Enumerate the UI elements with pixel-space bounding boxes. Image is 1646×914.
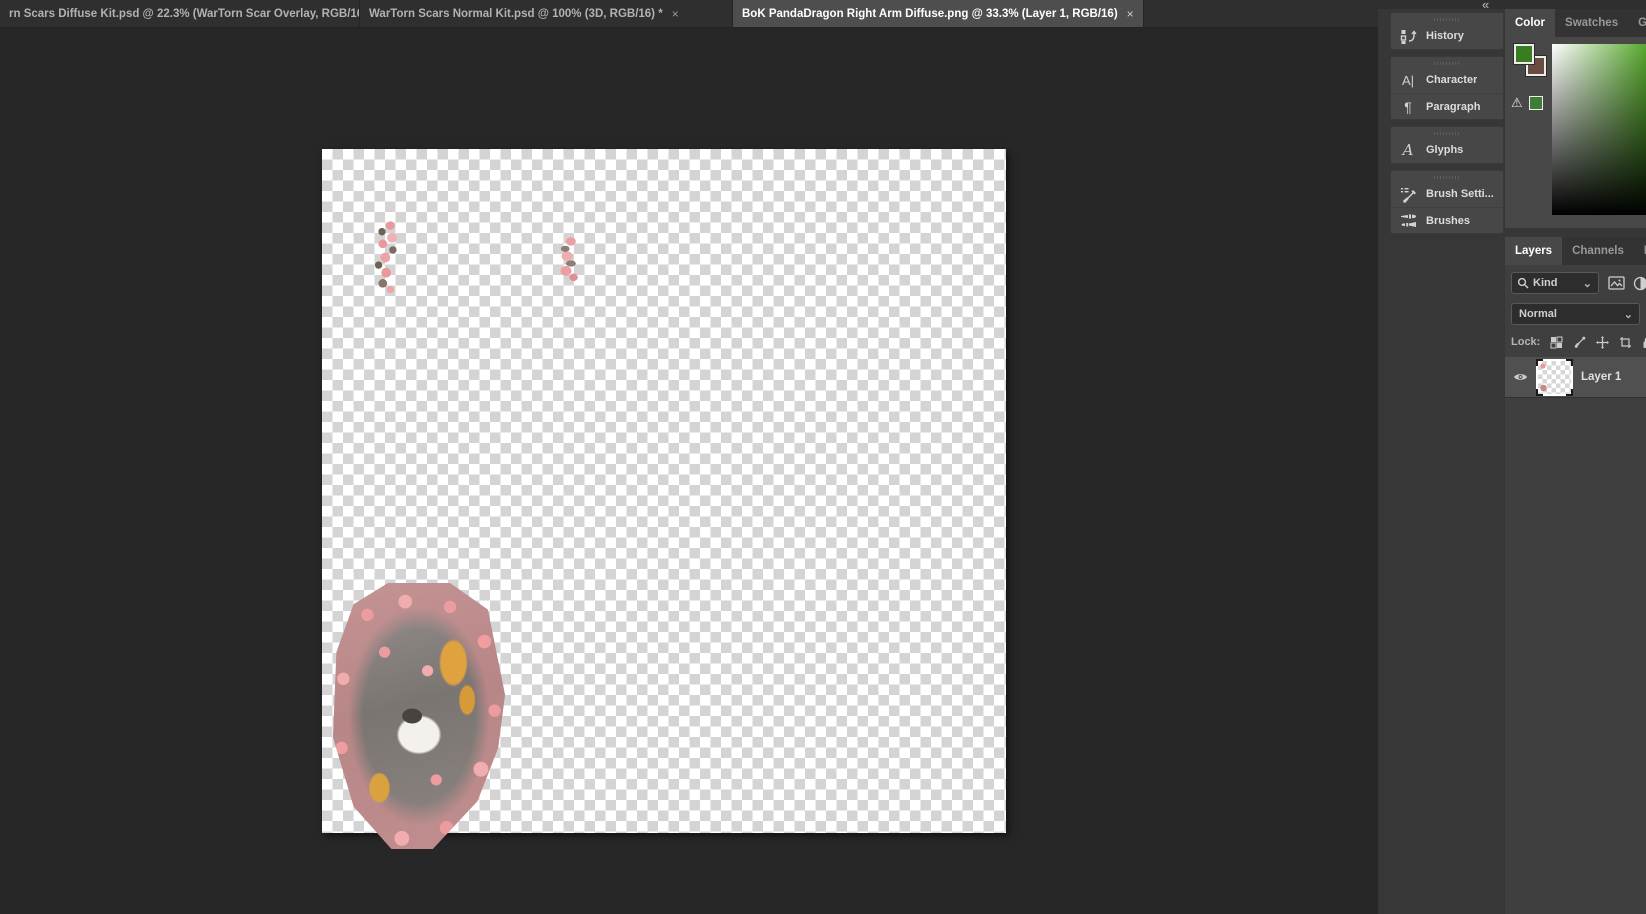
tab-bok-pandadragon-right-arm-diffuse[interactable]: BoK PandaDragon Right Arm Diffuse.png @ … — [733, 0, 1144, 27]
filter-pixel-layers-button[interactable] — [1604, 273, 1628, 293]
filter-kind-dropdown[interactable]: Kind ⌄ — [1511, 272, 1599, 294]
lock-artboard-icon[interactable] — [1619, 336, 1632, 349]
close-icon[interactable]: × — [672, 7, 679, 21]
lock-position-icon[interactable] — [1596, 336, 1609, 349]
tab-label: BoK PandaDragon Right Arm Diffuse.png @ … — [742, 8, 1118, 20]
filter-adjustment-layers-button[interactable] — [1631, 273, 1646, 293]
thumbnail-artwork-speck — [1540, 384, 1547, 392]
character-panel-button[interactable]: A| Character — [1391, 67, 1503, 93]
lock-transparency-icon[interactable] — [1550, 336, 1563, 349]
blend-mode-dropdown[interactable]: Normal ⌄ — [1511, 303, 1640, 325]
thumbnail-artwork-speck — [1540, 363, 1546, 369]
layer-name[interactable]: Layer 1 — [1581, 371, 1621, 383]
selection-corner — [1566, 359, 1573, 366]
half-circle-icon — [1633, 276, 1646, 291]
lock-row: Lock: — [1505, 331, 1646, 353]
tab-wartorn-scars-diffuse[interactable]: rn Scars Diffuse Kit.psd @ 22.3% (WarTor… — [0, 0, 360, 27]
document-canvas[interactable] — [322, 149, 1006, 833]
close-icon[interactable]: × — [1127, 7, 1134, 21]
brush-settings-panel-button[interactable]: Brush Setti... — [1391, 181, 1503, 207]
tab-wartorn-scars-normal[interactable]: WarTorn Scars Normal Kit.psd @ 100% (3D,… — [360, 0, 733, 27]
canvas-viewport[interactable] — [0, 28, 1378, 914]
character-label: Character — [1426, 74, 1477, 86]
sleeve-artwork-bottom-left — [333, 583, 505, 849]
layers-panel-body: Kind ⌄ Normal ⌄ — [1505, 265, 1646, 914]
photoshop-window: rn Scars Diffuse Kit.psd @ 22.3% (WarTor… — [0, 0, 1646, 914]
color-picker-ramp[interactable] — [1552, 44, 1646, 215]
brushes-label: Brushes — [1426, 215, 1470, 227]
gamut-warning-icon[interactable]: ⚠ — [1511, 95, 1523, 111]
gamut-warning-swatch[interactable] — [1529, 96, 1543, 110]
dock-header: « — [1378, 0, 1646, 9]
panel-group-brushes: Brush Setti... Brushes — [1390, 170, 1504, 234]
group-grip[interactable] — [1434, 132, 1460, 135]
brushes-icon — [1399, 212, 1417, 230]
color-panel: Color Swatches Gradien ⚠ — [1505, 9, 1646, 228]
blend-mode-value: Normal — [1519, 308, 1557, 320]
tab-label: WarTorn Scars Normal Kit.psd @ 100% (3D,… — [369, 8, 663, 20]
group-grip[interactable] — [1434, 18, 1460, 21]
history-label: History — [1426, 30, 1464, 42]
history-panel-button[interactable]: History — [1391, 23, 1503, 49]
search-icon — [1517, 277, 1529, 289]
layers-panel-tabs: Layers Channels Paths — [1505, 237, 1646, 265]
glyphs-label: Glyphs — [1426, 144, 1463, 156]
selection-corner — [1566, 389, 1573, 396]
layers-panel: Layers Channels Paths Kind ⌄ — [1505, 237, 1646, 914]
paragraph-icon: ¶ — [1399, 98, 1417, 116]
tab-layers[interactable]: Layers — [1505, 237, 1562, 265]
panel-group-history: History — [1390, 12, 1504, 50]
tab-gradients[interactable]: Gradien — [1628, 9, 1646, 37]
lock-all-icon[interactable] — [1642, 336, 1646, 349]
paragraph-panel-button[interactable]: ¶ Paragraph — [1391, 93, 1503, 119]
paragraph-label: Paragraph — [1426, 101, 1480, 113]
chevron-down-icon: ⌄ — [1583, 277, 1598, 290]
tab-color[interactable]: Color — [1505, 9, 1555, 37]
foreground-color-swatch[interactable] — [1514, 44, 1534, 64]
document-tab-bar: rn Scars Diffuse Kit.psd @ 22.3% (WarTor… — [0, 0, 1378, 28]
panel-group-type: A| Character ¶ Paragraph — [1390, 56, 1504, 120]
tab-paths[interactable]: Paths — [1634, 237, 1646, 265]
flower-cluster-top-left — [366, 218, 408, 294]
layer-row-layer-1[interactable]: Layer 1 — [1505, 357, 1646, 398]
color-panel-tabs: Color Swatches Gradien — [1505, 9, 1646, 37]
flower-cluster-top-middle — [550, 235, 588, 281]
brush-settings-label: Brush Setti... — [1426, 188, 1494, 200]
group-grip[interactable] — [1434, 62, 1460, 65]
lock-pixels-icon[interactable] — [1573, 336, 1586, 349]
color-panel-body: ⚠ — [1505, 37, 1646, 228]
filter-kind-label: Kind — [1533, 277, 1557, 289]
group-grip[interactable] — [1434, 176, 1460, 179]
brushes-panel-button[interactable]: Brushes — [1391, 207, 1503, 233]
history-icon — [1399, 27, 1417, 45]
tab-swatches[interactable]: Swatches — [1555, 9, 1628, 37]
character-icon: A| — [1399, 71, 1417, 89]
tab-label: rn Scars Diffuse Kit.psd @ 22.3% (WarTor… — [9, 8, 360, 20]
brush-settings-icon — [1399, 185, 1417, 203]
glyphs-icon: A — [1399, 141, 1417, 159]
glyphs-panel-button[interactable]: A Glyphs — [1391, 137, 1503, 163]
right-panel-dock: « History A| Character ¶ — [1378, 0, 1646, 914]
lock-label: Lock: — [1511, 336, 1540, 348]
collapsed-panels-strip: History A| Character ¶ Paragraph A Gly — [1390, 12, 1504, 240]
image-icon — [1608, 276, 1625, 290]
chevron-down-icon: ⌄ — [1624, 308, 1639, 321]
panel-group-glyphs: A Glyphs — [1390, 126, 1504, 164]
visibility-eye-icon[interactable] — [1513, 372, 1528, 382]
layer-thumbnail[interactable] — [1536, 359, 1573, 396]
collapse-panels-icon[interactable]: « — [1482, 0, 1488, 12]
tab-channels[interactable]: Channels — [1562, 237, 1634, 265]
